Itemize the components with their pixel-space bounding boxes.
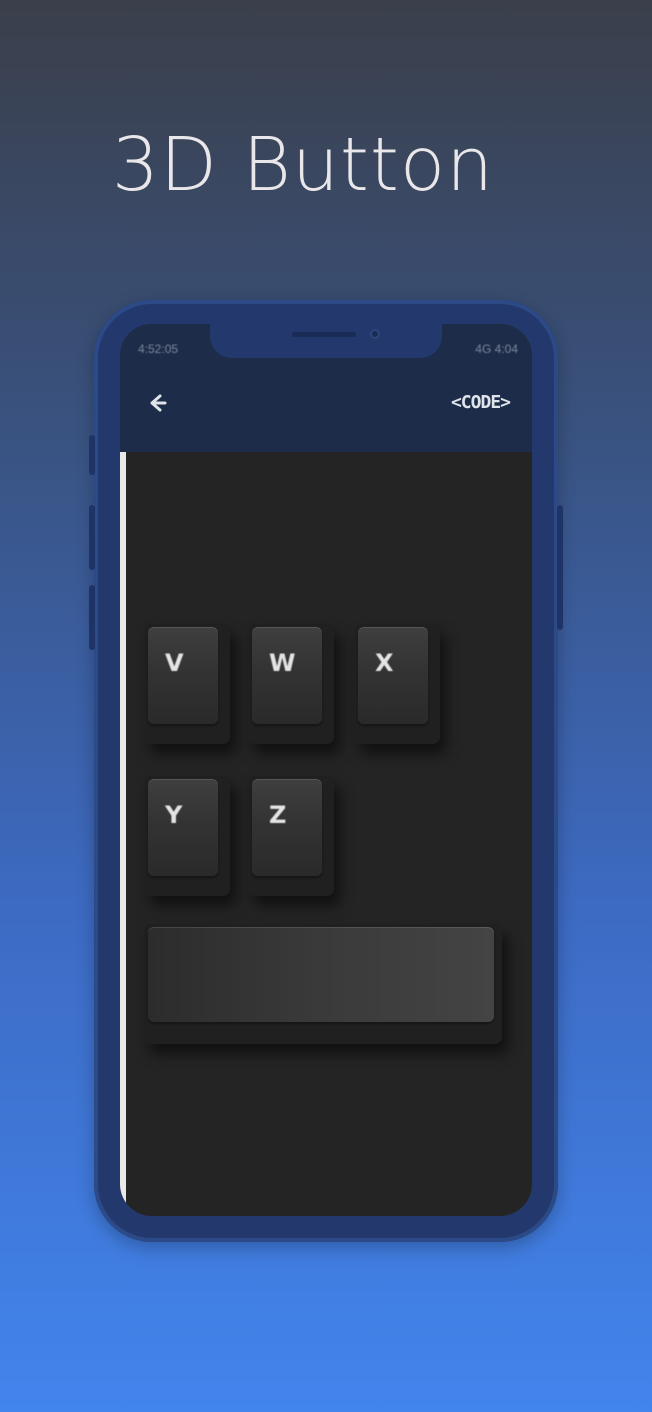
key-w[interactable]: W (248, 624, 334, 744)
key-cap: Y (148, 779, 218, 876)
key-cap: W (252, 627, 322, 724)
key-letter: X (375, 649, 394, 677)
key-letter: Z (269, 801, 287, 829)
phone-screen: 4:52:05 4G 4:04 <CODE> V W X Y Z (120, 324, 532, 1216)
status-indicators: 4G 4:04 (475, 342, 518, 356)
key-cap (148, 927, 494, 1022)
front-camera (370, 329, 380, 339)
status-time: 4:52:05 (138, 342, 179, 356)
code-button[interactable]: <CODE> (451, 392, 511, 413)
key-letter: V (165, 649, 184, 677)
power-button (557, 505, 563, 630)
key-letter: Y (165, 801, 183, 829)
mute-switch (89, 435, 95, 475)
phone-notch (210, 324, 442, 358)
phone-mockup: 4:52:05 4G 4:04 <CODE> V W X Y Z (89, 300, 563, 1242)
key-cap: Z (252, 779, 322, 876)
key-z[interactable]: Z (248, 776, 334, 896)
key-x[interactable]: X (354, 624, 440, 744)
speaker-grille (292, 332, 356, 337)
arrow-left-icon[interactable] (144, 390, 170, 416)
volume-up-button (89, 505, 95, 570)
key-y[interactable]: Y (144, 776, 230, 896)
key-cap: V (148, 627, 218, 724)
volume-down-button (89, 585, 95, 650)
screen-edge-highlight (120, 452, 126, 1216)
app-bar: 4:52:05 4G 4:04 <CODE> (120, 324, 532, 452)
key-letter: W (269, 649, 296, 677)
key-cap: X (358, 627, 428, 724)
promo-title: 3D Button (111, 122, 495, 208)
key-v[interactable]: V (144, 624, 230, 744)
key-space[interactable] (144, 924, 502, 1044)
